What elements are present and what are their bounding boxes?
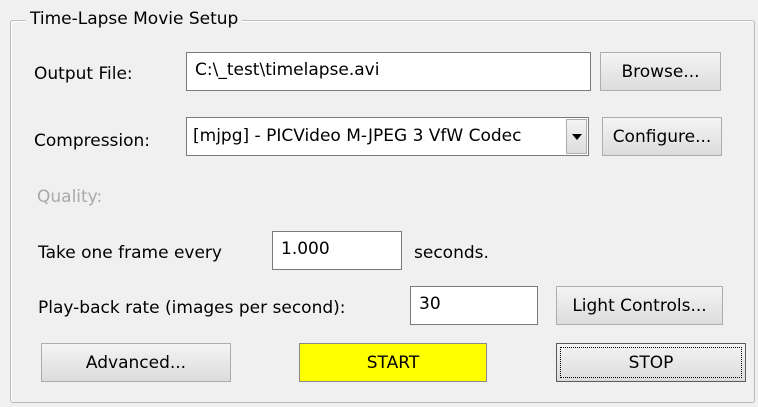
- browse-button[interactable]: Browse...: [600, 52, 721, 91]
- frame-interval-input[interactable]: 1.000: [272, 231, 402, 270]
- frame-interval-suffix: seconds.: [414, 243, 489, 263]
- playback-rate-input[interactable]: 30: [410, 286, 538, 325]
- output-file-label: Output File:: [34, 64, 133, 84]
- light-controls-button[interactable]: Light Controls...: [556, 286, 723, 325]
- configure-button[interactable]: Configure...: [602, 117, 722, 156]
- playback-rate-label: Play-back rate (images per second):: [38, 298, 346, 318]
- advanced-button[interactable]: Advanced...: [41, 343, 231, 382]
- focus-ring: [560, 347, 742, 378]
- time-lapse-setup-panel: Time-Lapse Movie Setup Output File: C:\_…: [0, 0, 758, 407]
- quality-label: Quality:: [37, 187, 103, 207]
- start-button[interactable]: START: [299, 343, 487, 382]
- dropdown-arrow-icon[interactable]: [566, 119, 587, 154]
- compression-selected-value: [mjpg] - PICVideo M-JPEG 3 VfW Codec: [193, 126, 522, 146]
- stop-button[interactable]: STOP: [556, 343, 746, 382]
- output-file-input[interactable]: C:\_test\timelapse.avi: [186, 52, 591, 91]
- groupbox-title: Time-Lapse Movie Setup: [26, 8, 243, 30]
- compression-select[interactable]: [mjpg] - PICVideo M-JPEG 3 VfW Codec: [186, 117, 589, 156]
- frame-interval-prefix: Take one frame every: [38, 243, 222, 263]
- compression-label: Compression:: [34, 131, 151, 151]
